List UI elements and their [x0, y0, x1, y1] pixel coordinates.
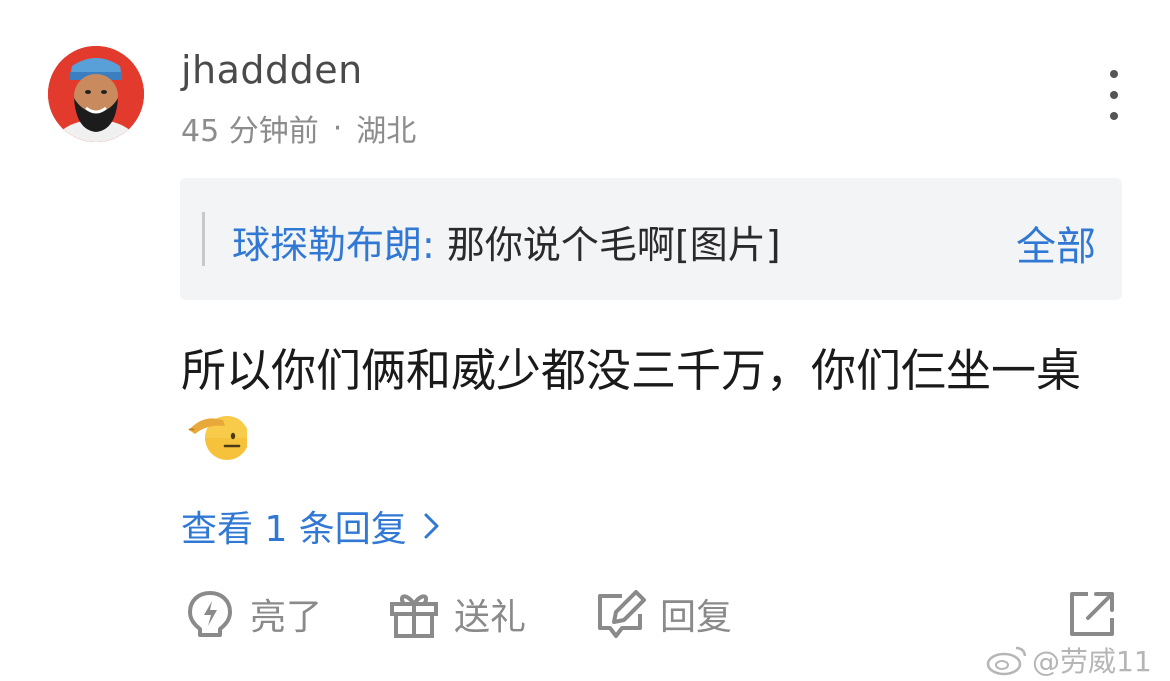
weibo-logo-icon	[986, 646, 1027, 676]
comment-time: 45 分钟前	[181, 114, 319, 149]
quoted-comment[interactable]: 球探勒布朗: 那你说个毛啊[图片] 全部	[180, 178, 1122, 300]
lightbulb-icon	[188, 591, 232, 637]
share-external-icon[interactable]	[1066, 588, 1118, 640]
quote-bar	[202, 212, 205, 266]
view-replies-link[interactable]: 查看 1 条回复	[181, 500, 441, 552]
meta-separator: ·	[332, 110, 343, 146]
comment-body: 所以你们俩和威少都没三千万，你们仨坐一桌	[181, 338, 1121, 470]
gift-label: 送礼	[454, 597, 527, 638]
quote-content: 那你说个毛啊[图片]	[434, 223, 781, 267]
comment-text: 所以你们俩和威少都没三千万，你们仨坐一桌	[181, 344, 1082, 397]
like-button[interactable]: 亮了	[184, 586, 322, 642]
comment-meta: 45 分钟前 · 湖北	[181, 106, 416, 150]
reply-edit-icon	[598, 590, 646, 638]
avatar[interactable]	[48, 46, 144, 142]
username[interactable]: jhaddden	[181, 48, 363, 92]
comment-location: 湖北	[356, 114, 417, 149]
quote-author[interactable]: 球探勒布朗:	[232, 223, 435, 267]
reply-label: 回复	[660, 597, 733, 638]
chevron-right-icon	[424, 513, 439, 539]
gift-icon	[390, 594, 438, 638]
watermark-text: @劳威11	[1032, 645, 1152, 678]
quote-expand-all[interactable]: 全部	[1016, 214, 1096, 272]
more-vertical-icon[interactable]	[1098, 70, 1130, 120]
gift-button[interactable]: 送礼	[388, 586, 526, 642]
quote-text: 球探勒布朗: 那你说个毛啊[图片]	[232, 214, 781, 269]
saluting-face-emoji	[185, 406, 249, 462]
reply-button[interactable]: 回复	[594, 586, 732, 642]
view-replies-label: 查看 1 条回复	[181, 509, 407, 550]
watermark: @劳威11	[986, 640, 1152, 680]
like-label: 亮了	[250, 597, 323, 638]
